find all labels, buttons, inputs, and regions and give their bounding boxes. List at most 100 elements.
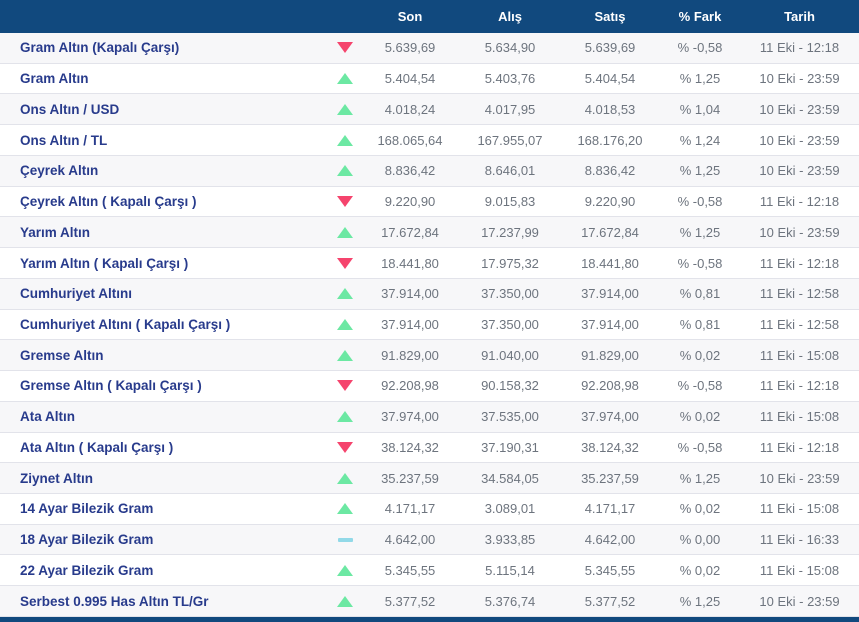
instrument-name: Serbest 0.995 Has Altın TL/Gr xyxy=(0,594,330,609)
instrument-name: Cumhuriyet Altını xyxy=(0,286,330,301)
table-bottom-bar xyxy=(0,617,859,622)
son-value: 5.639,69 xyxy=(360,40,460,55)
trend-cell xyxy=(330,350,360,361)
alis-value: 37.350,00 xyxy=(460,286,560,301)
trend-cell xyxy=(330,104,360,115)
alis-value: 17.237,99 xyxy=(460,225,560,240)
satis-value: 38.124,32 xyxy=(560,440,660,455)
column-header-alis: Alış xyxy=(460,9,560,24)
table-row[interactable]: Ons Altın / TL 168.065,64 167.955,07 168… xyxy=(0,125,859,156)
trend-cell xyxy=(330,538,360,542)
fark-value: % 1,25 xyxy=(660,71,740,86)
trend-cell xyxy=(330,258,360,269)
trend-cell xyxy=(330,503,360,514)
trend-up-icon xyxy=(337,503,353,514)
son-value: 37.974,00 xyxy=(360,409,460,424)
instrument-name: Cumhuriyet Altını ( Kapalı Çarşı ) xyxy=(0,317,330,332)
instrument-name: Yarım Altın xyxy=(0,225,330,240)
table-row[interactable]: Gremse Altın 91.829,00 91.040,00 91.829,… xyxy=(0,340,859,371)
trend-up-icon xyxy=(337,165,353,176)
table-row[interactable]: Gram Altın (Kapalı Çarşı) 5.639,69 5.634… xyxy=(0,33,859,64)
alis-value: 90.158,32 xyxy=(460,378,560,393)
table-row[interactable]: Cumhuriyet Altını 37.914,00 37.350,00 37… xyxy=(0,279,859,310)
alis-value: 167.955,07 xyxy=(460,133,560,148)
trend-cell xyxy=(330,411,360,422)
satis-value: 5.404,54 xyxy=(560,71,660,86)
table-row[interactable]: Cumhuriyet Altını ( Kapalı Çarşı ) 37.91… xyxy=(0,310,859,341)
trend-up-icon xyxy=(337,104,353,115)
satis-value: 35.237,59 xyxy=(560,471,660,486)
alis-value: 37.535,00 xyxy=(460,409,560,424)
tarih-value: 11 Eki - 15:08 xyxy=(740,501,859,516)
instrument-name: 18 Ayar Bilezik Gram xyxy=(0,532,330,547)
fark-value: % -0,58 xyxy=(660,194,740,209)
trend-cell xyxy=(330,596,360,607)
table-row[interactable]: Ata Altın 37.974,00 37.535,00 37.974,00 … xyxy=(0,402,859,433)
son-value: 18.441,80 xyxy=(360,256,460,271)
tarih-value: 10 Eki - 23:59 xyxy=(740,594,859,609)
trend-up-icon xyxy=(337,227,353,238)
table-row[interactable]: Çeyrek Altın ( Kapalı Çarşı ) 9.220,90 9… xyxy=(0,187,859,218)
fark-value: % 0,81 xyxy=(660,286,740,301)
instrument-name: Gram Altın (Kapalı Çarşı) xyxy=(0,40,330,55)
trend-cell xyxy=(330,380,360,391)
alis-value: 5.403,76 xyxy=(460,71,560,86)
satis-value: 8.836,42 xyxy=(560,163,660,178)
trend-down-icon xyxy=(337,258,353,269)
son-value: 5.377,52 xyxy=(360,594,460,609)
tarih-value: 10 Eki - 23:59 xyxy=(740,225,859,240)
fark-value: % 0,02 xyxy=(660,563,740,578)
son-value: 4.018,24 xyxy=(360,102,460,117)
trend-up-icon xyxy=(337,565,353,576)
satis-value: 37.914,00 xyxy=(560,286,660,301)
gold-prices-table: Son Alış Satış % Fark Tarih Gram Altın (… xyxy=(0,0,859,622)
son-value: 92.208,98 xyxy=(360,378,460,393)
alis-value: 37.190,31 xyxy=(460,440,560,455)
trend-down-icon xyxy=(337,442,353,453)
table-row[interactable]: Ata Altın ( Kapalı Çarşı ) 38.124,32 37.… xyxy=(0,433,859,464)
instrument-name: Ons Altın / USD xyxy=(0,102,330,117)
table-row[interactable]: Gram Altın 5.404,54 5.403,76 5.404,54 % … xyxy=(0,64,859,95)
table-row[interactable]: 18 Ayar Bilezik Gram 4.642,00 3.933,85 4… xyxy=(0,525,859,556)
alis-value: 5.634,90 xyxy=(460,40,560,55)
son-value: 5.345,55 xyxy=(360,563,460,578)
alis-value: 8.646,01 xyxy=(460,163,560,178)
table-row[interactable]: Çeyrek Altın 8.836,42 8.646,01 8.836,42 … xyxy=(0,156,859,187)
fark-value: % 1,24 xyxy=(660,133,740,148)
trend-cell xyxy=(330,319,360,330)
son-value: 168.065,64 xyxy=(360,133,460,148)
tarih-value: 11 Eki - 12:18 xyxy=(740,378,859,393)
fark-value: % -0,58 xyxy=(660,256,740,271)
son-value: 38.124,32 xyxy=(360,440,460,455)
satis-value: 37.914,00 xyxy=(560,317,660,332)
alis-value: 4.017,95 xyxy=(460,102,560,117)
column-header-satis: Satış xyxy=(560,9,660,24)
table-row[interactable]: 22 Ayar Bilezik Gram 5.345,55 5.115,14 5… xyxy=(0,555,859,586)
trend-up-icon xyxy=(337,319,353,330)
table-row[interactable]: Ziynet Altın 35.237,59 34.584,05 35.237,… xyxy=(0,463,859,494)
son-value: 37.914,00 xyxy=(360,317,460,332)
table-row[interactable]: Yarım Altın 17.672,84 17.237,99 17.672,8… xyxy=(0,217,859,248)
table-row[interactable]: Yarım Altın ( Kapalı Çarşı ) 18.441,80 1… xyxy=(0,248,859,279)
trend-cell xyxy=(330,135,360,146)
table-row[interactable]: 14 Ayar Bilezik Gram 4.171,17 3.089,01 4… xyxy=(0,494,859,525)
son-value: 91.829,00 xyxy=(360,348,460,363)
alis-value: 91.040,00 xyxy=(460,348,560,363)
satis-value: 5.345,55 xyxy=(560,563,660,578)
tarih-value: 11 Eki - 12:18 xyxy=(740,194,859,209)
tarih-value: 11 Eki - 12:58 xyxy=(740,286,859,301)
column-header-tarih: Tarih xyxy=(740,9,859,24)
son-value: 8.836,42 xyxy=(360,163,460,178)
trend-up-icon xyxy=(337,135,353,146)
trend-down-icon xyxy=(337,196,353,207)
son-value: 5.404,54 xyxy=(360,71,460,86)
table-row[interactable]: Gremse Altın ( Kapalı Çarşı ) 92.208,98 … xyxy=(0,371,859,402)
fark-value: % 1,25 xyxy=(660,594,740,609)
instrument-name: 22 Ayar Bilezik Gram xyxy=(0,563,330,578)
satis-value: 4.018,53 xyxy=(560,102,660,117)
table-row[interactable]: Ons Altın / USD 4.018,24 4.017,95 4.018,… xyxy=(0,94,859,125)
satis-value: 92.208,98 xyxy=(560,378,660,393)
satis-value: 4.642,00 xyxy=(560,532,660,547)
table-row[interactable]: Serbest 0.995 Has Altın TL/Gr 5.377,52 5… xyxy=(0,586,859,617)
instrument-name: Yarım Altın ( Kapalı Çarşı ) xyxy=(0,256,330,271)
